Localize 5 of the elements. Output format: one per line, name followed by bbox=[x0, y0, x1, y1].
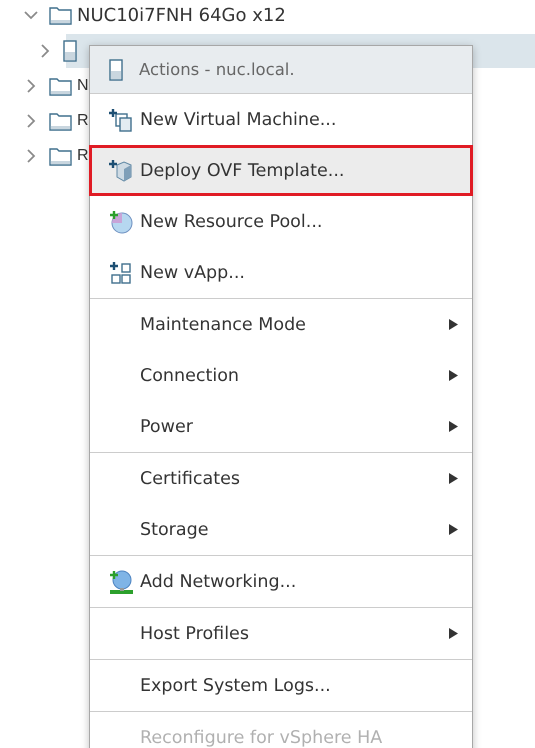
tree-label: R bbox=[77, 147, 89, 165]
tree-label: R bbox=[77, 112, 89, 130]
tree-label: NUC10i7FNH 64Go x12 bbox=[77, 4, 286, 26]
tree-label: N bbox=[77, 77, 89, 95]
menu-title: Actions - nuc.local. bbox=[139, 60, 295, 79]
